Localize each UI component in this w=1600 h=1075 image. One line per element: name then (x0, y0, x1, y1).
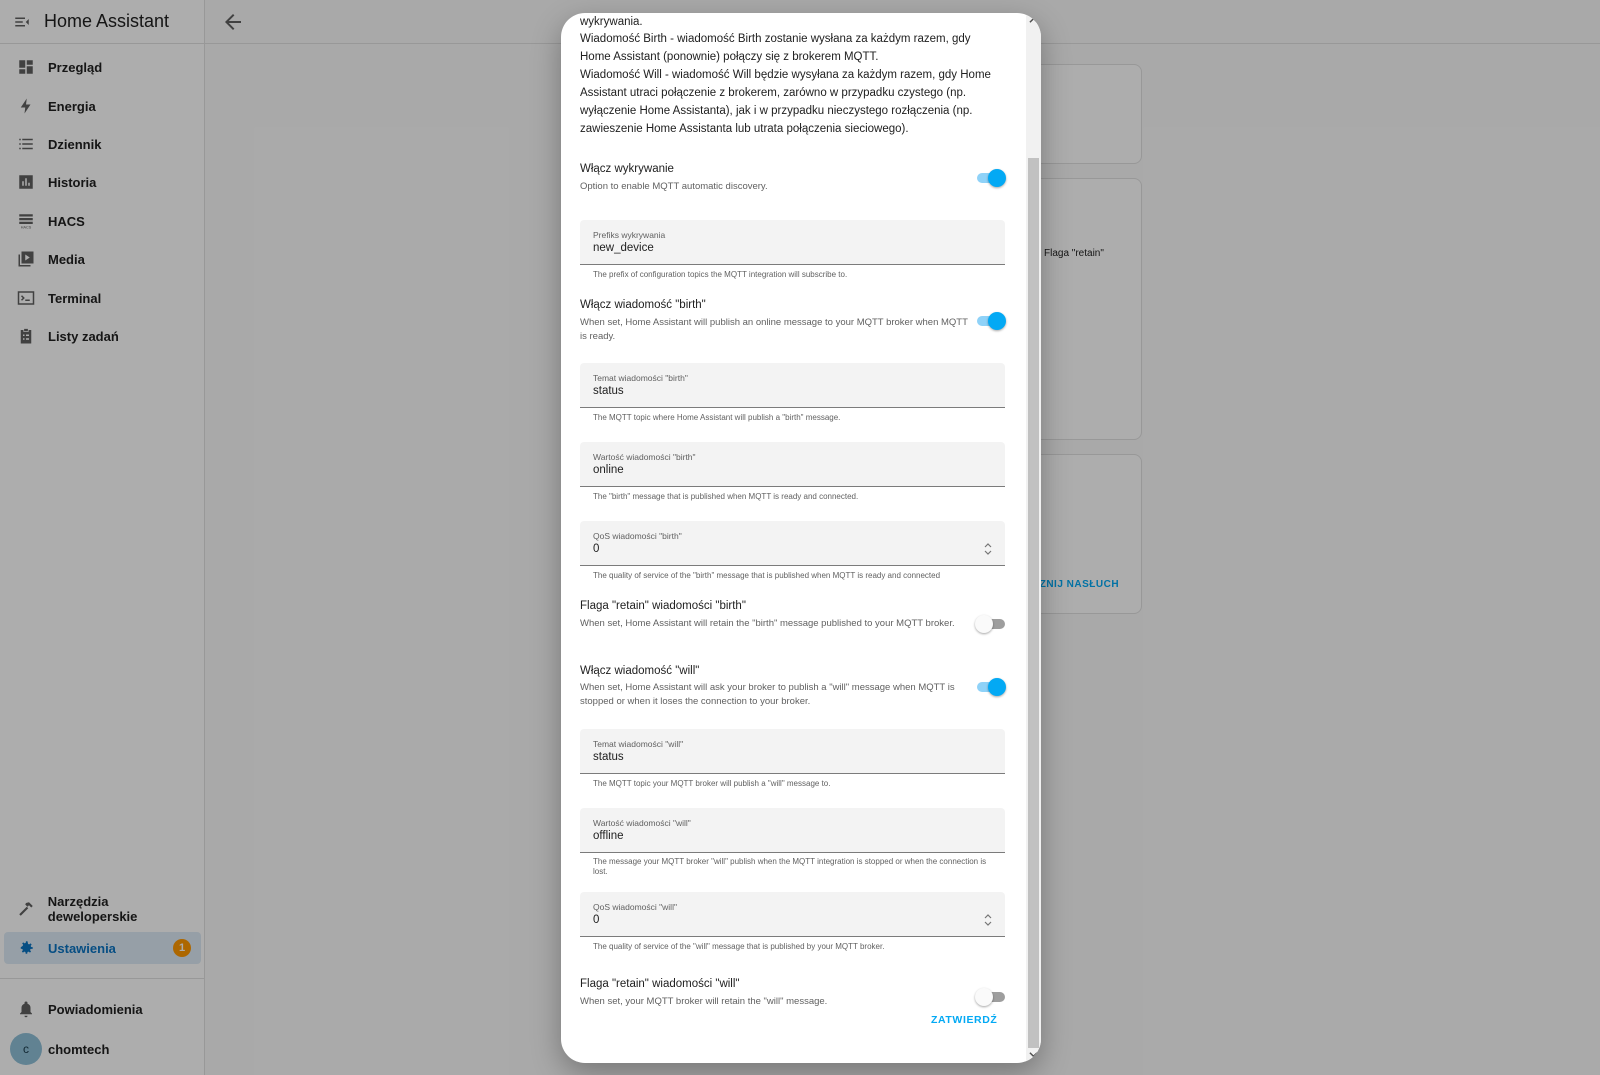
birth-switch[interactable] (977, 311, 1006, 331)
birth-retain-desc: When set, Home Assistant will retain the… (580, 618, 955, 629)
dialog-scrollbar[interactable] (1026, 13, 1041, 1063)
will-retain-switch[interactable] (975, 987, 1005, 1007)
field-value: 0 (593, 543, 600, 555)
field-label: QoS wiadomości "will" (593, 902, 677, 912)
discovery-prefix-field[interactable]: Prefiks wykrywania new_device (580, 220, 1005, 265)
intro-text-will: Wiadomość Will - wiadomość Will będzie w… (580, 69, 991, 135)
birth-topic-field[interactable]: Temat wiadomości "birth" status (580, 363, 1005, 408)
will-title: Włącz wiadomość "will" (580, 665, 700, 677)
discovery-switch[interactable] (977, 168, 1006, 188)
will-qos-helper: The quality of service of the "will" mes… (593, 942, 885, 951)
birth-desc: When set, Home Assistant will publish an… (580, 317, 968, 342)
field-label: Temat wiadomości "birth" (593, 373, 688, 383)
scroll-down-icon[interactable] (1029, 1050, 1038, 1059)
will-retain-desc: When set, your MQTT broker will retain t… (580, 996, 828, 1007)
field-value: 0 (593, 914, 600, 926)
field-value: status (593, 385, 624, 397)
field-label: Prefiks wykrywania (593, 230, 666, 240)
birth-topic-helper: The MQTT topic where Home Assistant will… (593, 413, 841, 422)
will-payload-helper: The message your MQTT broker "will" publ… (593, 857, 987, 876)
will-retain-title: Flaga "retain" wiadomości "will" (580, 978, 740, 990)
field-value: online (593, 464, 624, 476)
birth-qos-field[interactable]: QoS wiadomości "birth" 0 (580, 521, 1005, 566)
birth-payload-helper: The "birth" message that is published wh… (593, 492, 859, 501)
will-desc: When set, Home Assistant will ask your b… (580, 682, 955, 707)
dialog-content: wykrywania. Wiadomość Birth - wiadomość … (561, 13, 1041, 1063)
discovery-desc: Option to enable MQTT automatic discover… (580, 181, 768, 192)
stepper-icon[interactable] (983, 542, 993, 556)
mqtt-options-dialog: wykrywania. Wiadomość Birth - wiadomość … (561, 13, 1041, 1063)
will-payload-field[interactable]: Wartość wiadomości "will" offline (580, 808, 1005, 853)
birth-qos-helper: The quality of service of the "birth" me… (593, 571, 941, 580)
field-label: Wartość wiadomości "will" (593, 818, 691, 828)
will-switch[interactable] (977, 677, 1006, 697)
will-qos-field[interactable]: QoS wiadomości "will" 0 (580, 892, 1005, 937)
birth-title: Włącz wiadomość "birth" (580, 299, 706, 311)
intro-text-tail: wykrywania. (580, 16, 643, 28)
will-topic-helper: The MQTT topic your MQTT broker will pub… (593, 779, 831, 788)
submit-button[interactable]: ZATWIERDŹ (931, 1014, 997, 1026)
field-label: Temat wiadomości "will" (593, 739, 684, 749)
field-value: offline (593, 830, 624, 842)
field-label: QoS wiadomości "birth" (593, 531, 682, 541)
will-topic-field[interactable]: Temat wiadomości "will" status (580, 729, 1005, 774)
birth-payload-field[interactable]: Wartość wiadomości "birth" online (580, 442, 1005, 487)
discovery-title: Włącz wykrywanie (580, 163, 674, 175)
birth-retain-switch[interactable] (975, 614, 1005, 634)
field-value: status (593, 751, 624, 763)
field-value: new_device (593, 242, 654, 254)
field-label: Wartość wiadomości "birth" (593, 452, 696, 462)
intro-text-birth: Wiadomość Birth - wiadomość Birth zostan… (580, 33, 971, 63)
scroll-up-icon[interactable] (1029, 16, 1038, 25)
scrollbar-thumb[interactable] (1028, 158, 1039, 1048)
stepper-icon[interactable] (983, 913, 993, 927)
discovery-prefix-helper: The prefix of configuration topics the M… (593, 270, 848, 279)
birth-retain-title: Flaga "retain" wiadomości "birth" (580, 600, 746, 612)
